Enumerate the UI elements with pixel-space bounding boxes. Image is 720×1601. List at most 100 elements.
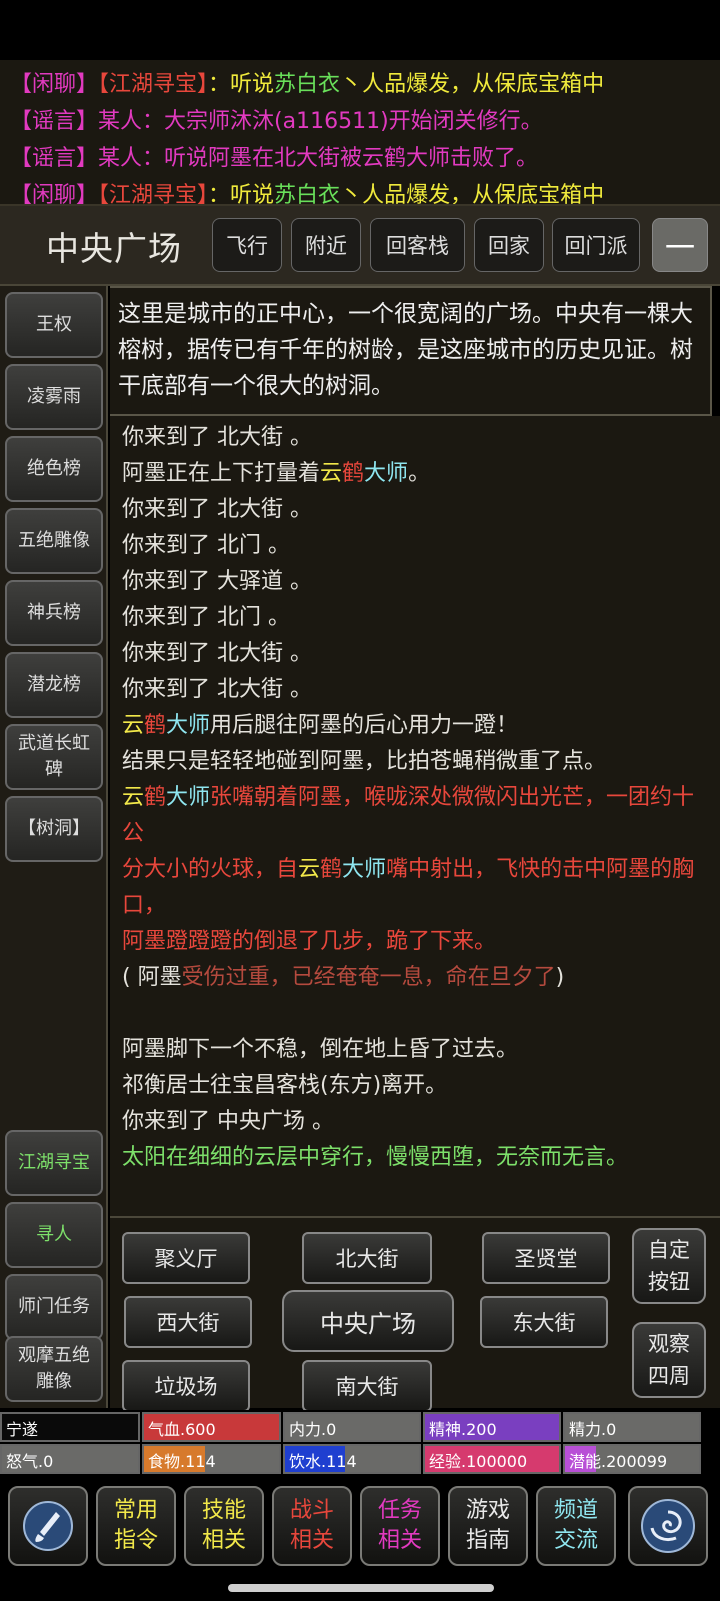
- message-segment: 鹤: [342, 461, 365, 486]
- log-line: ( 阿墨受伤过重，已经奄奄一息，命在旦夕了): [122, 960, 708, 996]
- sidebar-item-label: 五绝雕像: [18, 530, 90, 551]
- log-line: 你来到了 北大街 。: [122, 420, 708, 456]
- message-segment: 【谣言】: [10, 146, 99, 171]
- sidebar-item-observe-statues[interactable]: 观摩五绝雕像: [5, 1336, 103, 1402]
- sidebar-item-label: 武道长虹碑: [18, 733, 90, 780]
- log-line: 云鹤大师用后腿往阿墨的后心用力一蹬！: [122, 708, 708, 744]
- return-inn-button[interactable]: 回客栈: [370, 218, 465, 272]
- sidebar-item-label: 绝色榜: [27, 458, 81, 479]
- message-segment: 你来到了 大驿道 。: [122, 569, 312, 594]
- message-segment: 你来到了 北大街 。: [122, 677, 312, 702]
- exit-east-button[interactable]: 东大街: [480, 1296, 608, 1348]
- sidebar-item-martial-stele[interactable]: 武道长虹碑: [5, 724, 103, 790]
- sidebar-item-lingwuyu[interactable]: 凌雾雨: [5, 364, 103, 430]
- exit-south-button[interactable]: 南大街: [302, 1360, 432, 1412]
- sidebar-item-wangquan[interactable]: 王权: [5, 292, 103, 358]
- nav-guide-button[interactable]: 游戏指南: [448, 1486, 528, 1566]
- exit-west-button[interactable]: 西大街: [124, 1296, 252, 1348]
- message-segment: 分大小的火球，自: [122, 857, 299, 882]
- message-segment: ：听说: [208, 183, 275, 206]
- stat-label: 食物.114: [148, 1452, 216, 1471]
- log-line: 你来到了 北大街 。: [122, 492, 708, 528]
- nav-common-commands-button[interactable]: 常用指令: [96, 1486, 176, 1566]
- sidebar-item-weapon-ranking[interactable]: 神兵榜: [5, 580, 103, 646]
- location-title: 中央广场: [46, 229, 182, 268]
- sidebar-item-tree-hole[interactable]: 【树洞】: [5, 796, 103, 862]
- nav-swirl-button[interactable]: [628, 1486, 708, 1566]
- stat-bar: 怒气.0: [0, 1444, 140, 1474]
- message-segment: 。: [408, 461, 431, 486]
- nav-channels-button[interactable]: 频道交流: [536, 1486, 616, 1566]
- stat-label: 饮水.114: [289, 1452, 357, 1471]
- message-segment: 大师: [166, 785, 211, 810]
- message-segment: 阿墨脚下一个不稳，倒在地上昏了过去。: [122, 1037, 519, 1062]
- stat-label: 经验.100000: [429, 1452, 528, 1471]
- exit-north-button[interactable]: 北大街: [302, 1232, 432, 1284]
- sidebar-item-sect-quest[interactable]: 师门任务: [5, 1274, 103, 1340]
- exit-southwest-button[interactable]: 垃圾场: [122, 1360, 250, 1412]
- log-line: 结果只是轻轻地碰到阿墨，比拍苍蝇稍微重了点。: [122, 744, 708, 780]
- nav-brush-button[interactable]: [8, 1486, 88, 1566]
- sidebar-item-five-statues[interactable]: 五绝雕像: [5, 508, 103, 574]
- swirl-icon: [641, 1499, 695, 1553]
- message-segment: 鹤: [144, 713, 167, 738]
- message-segment: ): [555, 965, 565, 990]
- sidebar-item-find-person[interactable]: 寻人: [5, 1202, 103, 1268]
- message-segment: 某人：听说阿墨在北大街被云鹤大师击败了。: [98, 146, 539, 171]
- message-segment: 用后腿往阿墨的后心用力一蹬！: [210, 713, 519, 738]
- sidebar-item-label: 寻人: [36, 1224, 72, 1245]
- nearby-button[interactable]: 附近: [291, 218, 361, 272]
- sidebar-item-beauty-ranking[interactable]: 绝色榜: [5, 436, 103, 502]
- message-segment: 受伤过重，已经奄奄一息，命在旦夕了: [181, 965, 556, 990]
- log-line: 云鹤大师张嘴朝着阿墨，喉咙深处微微闪出光芒，一团约十公: [122, 780, 708, 852]
- stat-label: 精力.0: [569, 1420, 617, 1439]
- bottom-nav: 常用指令 技能相关 战斗相关 任务相关 游戏指南 频道交流: [0, 1482, 720, 1570]
- custom-button[interactable]: 自定按钮: [632, 1228, 706, 1304]
- return-home-button[interactable]: 回家: [474, 218, 544, 272]
- stats-panel: 宁遂 气血.600 内力.0 精神.200 精力.0 怒气.0 食物.114 饮水.114 经验…: [0, 1410, 720, 1480]
- chat-line: 【闲聊】【江湖寻宝】：听说苏白衣丶人品爆发，从保底宝箱中: [10, 177, 720, 206]
- fly-button[interactable]: 飞行: [212, 218, 282, 272]
- message-segment: 太阳在细细的云层中穿行，慢慢西堕，无奈而无言。: [122, 1145, 629, 1170]
- message-log[interactable]: 你来到了 北大街 。阿墨正在上下打量着云鹤大师。 你来到了 北大街 。你来到了 北…: [110, 416, 720, 1216]
- message-segment: 【闲聊】: [10, 72, 99, 97]
- current-location-button[interactable]: 中央广场: [282, 1290, 454, 1352]
- message-segment: 云: [298, 857, 321, 882]
- chat-channel-panel[interactable]: 【闲聊】【江湖寻宝】：听说苏白衣丶人品爆发，从保底宝箱中 【谣言】某人：大宗师沐沐…: [0, 60, 720, 206]
- message-segment: 鹤: [320, 857, 343, 882]
- sidebar-item-dragon-ranking[interactable]: 潜龙榜: [5, 652, 103, 718]
- log-line: 你来到了 北大街 。: [122, 672, 708, 708]
- nav-quests-button[interactable]: 任务相关: [360, 1486, 440, 1566]
- nav-label: 频道交流: [553, 1498, 598, 1553]
- minimize-button[interactable]: 一: [652, 218, 708, 272]
- exit-northwest-button[interactable]: 聚义厅: [122, 1232, 250, 1284]
- exit-northeast-button[interactable]: 圣贤堂: [482, 1232, 610, 1284]
- nav-combat-button[interactable]: 战斗相关: [272, 1486, 352, 1566]
- location-description: 这里是城市的正中心，一个很宽阔的广场。中央有一棵大榕树，据传已有千年的树龄，是这…: [110, 286, 712, 416]
- sidebar-item-label: 【树洞】: [18, 818, 90, 839]
- message-segment: 祁衡居士往宝昌客栈(东方)离开。: [122, 1073, 448, 1098]
- message-segment: 云: [122, 785, 145, 810]
- sidebar-item-label: 凌雾雨: [27, 386, 81, 407]
- sidebar-item-treasure-hunt[interactable]: 江湖寻宝: [5, 1130, 103, 1196]
- stat-bar: 食物.114: [142, 1444, 281, 1474]
- stat-bar: 潜能.200099: [563, 1444, 701, 1474]
- nav-label: 常用指令: [113, 1498, 158, 1553]
- log-line: 太阳在细细的云层中穿行，慢慢西堕，无奈而无言。: [122, 1140, 708, 1176]
- message-segment: 你来到了 北大街 。: [122, 497, 312, 522]
- look-around-button[interactable]: 观察四周: [632, 1322, 706, 1398]
- nav-label: 游戏指南: [465, 1498, 510, 1553]
- log-line: 你来到了 北门 。: [122, 600, 708, 636]
- chat-line: 【闲聊】【江湖寻宝】：听说苏白衣丶人品爆发，从保底宝箱中: [10, 66, 720, 103]
- nav-skills-button[interactable]: 技能相关: [184, 1486, 264, 1566]
- stat-bar: 宁遂: [0, 1412, 140, 1442]
- log-line: 你来到了 大驿道 。: [122, 564, 708, 600]
- status-bar: [0, 0, 720, 60]
- message-segment: 【谣言】: [10, 109, 99, 134]
- stat-label: 内力.0: [289, 1420, 337, 1439]
- sidebar-item-label: 神兵榜: [27, 602, 81, 623]
- home-indicator[interactable]: [228, 1584, 494, 1592]
- return-sect-button[interactable]: 回门派: [552, 218, 640, 272]
- sidebar-item-label: 潜龙榜: [27, 674, 81, 695]
